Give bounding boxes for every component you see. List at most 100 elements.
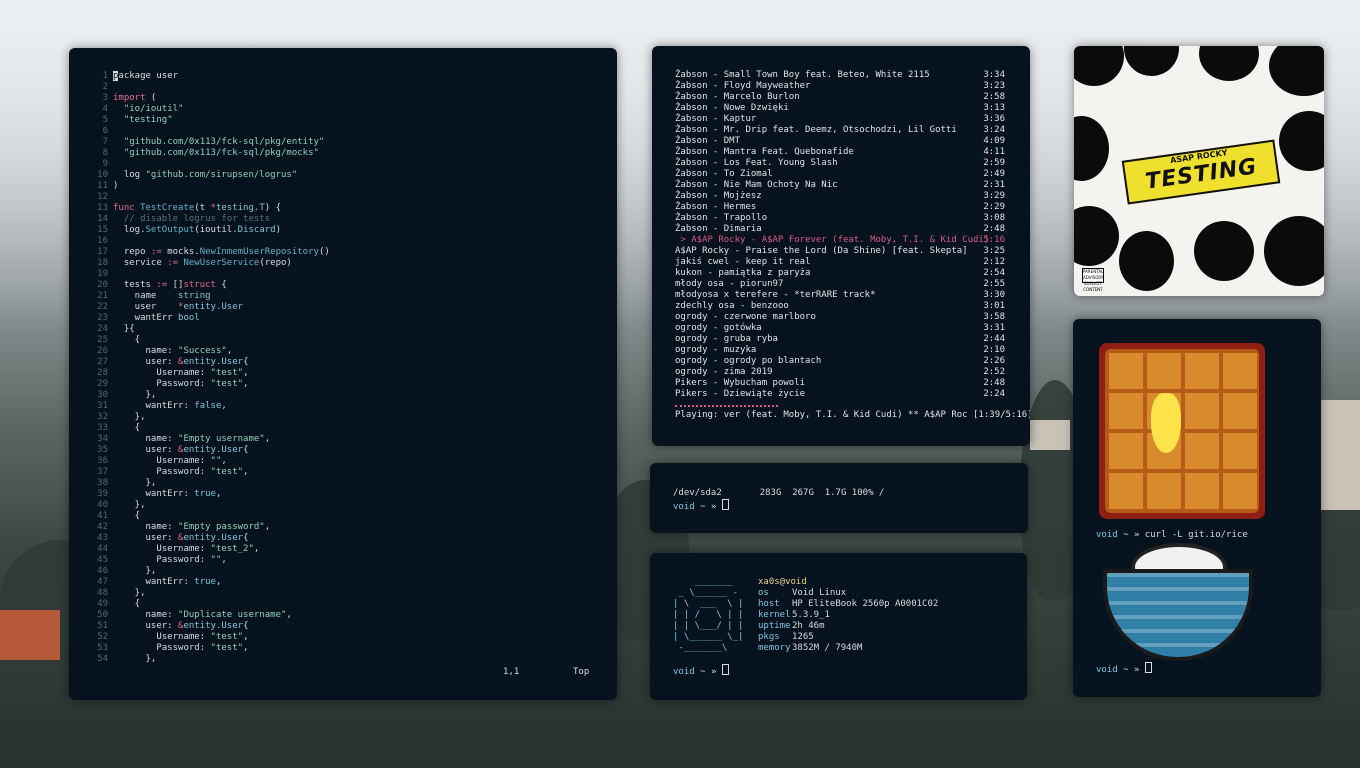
code-line[interactable]: 46 }, — [91, 566, 330, 577]
code-line[interactable]: 25 { — [91, 335, 330, 346]
code-line[interactable]: 33 { — [91, 423, 330, 434]
code-line[interactable]: 53 Password: "test", — [91, 643, 330, 654]
track-row[interactable]: Pikers - Wybucham powoli 2:48 — [675, 378, 1007, 389]
track-row[interactable]: A$AP Rocky - Praise the Lord (Da Shine) … — [675, 246, 1007, 257]
code-line[interactable]: 49 { — [91, 599, 330, 610]
track-row[interactable]: Żabson - Mojżesz 3:29 — [675, 191, 1007, 202]
code-line[interactable]: 34 name: "Empty username", — [91, 434, 330, 445]
track-row[interactable]: Żabson - Nowe Dzwięki 3:13 — [675, 103, 1007, 114]
track-row[interactable]: Żabson - Small Town Boy feat. Beteo, Whi… — [675, 70, 1007, 81]
code-line[interactable]: 41 { — [91, 511, 330, 522]
pixel-art-terminal[interactable]: void ~ » curl -L git.io/rice void ~ » — [1073, 319, 1321, 697]
code-line[interactable]: 36 Username: "", — [91, 456, 330, 467]
track-row[interactable]: ogrody - czerwone marlboro 3:58 — [675, 312, 1007, 323]
code-line[interactable]: 23 wantErr bool — [91, 313, 330, 324]
code-line[interactable]: 17 repo := mocks.NewInmemUserRepository(… — [91, 247, 330, 258]
code-line[interactable]: 4 "io/ioutil" — [91, 104, 330, 115]
code-line[interactable]: 31 wantErr: false, — [91, 401, 330, 412]
code-line[interactable]: 45 Password: "", — [91, 555, 330, 566]
track-title: zdechly osa - benzooo — [675, 301, 789, 311]
track-row[interactable]: Żabson - Nie Mam Ochoty Na Nic 2:31 — [675, 180, 1007, 191]
track-row[interactable]: Żabson - Floyd Mayweather 3:23 — [675, 81, 1007, 92]
code-line[interactable]: 43 user: &entity.User{ — [91, 533, 330, 544]
code-line[interactable]: 10 log "github.com/sirupsen/logrus" — [91, 170, 330, 181]
code-line[interactable]: 32 }, — [91, 412, 330, 423]
track-row[interactable]: Żabson - Dimaria 2:48 — [675, 224, 1007, 235]
code-line[interactable]: 42 name: "Empty password", — [91, 522, 330, 533]
track-row[interactable]: Żabson - Trapollo 3:08 — [675, 213, 1007, 224]
code-line[interactable]: 3 import ( — [91, 93, 330, 104]
track-row[interactable]: jakiś cwel - keep it real 2:12 — [675, 257, 1007, 268]
track-row[interactable]: Żabson - Marcelo Burlon 2:58 — [675, 92, 1007, 103]
track-row[interactable]: Pikers - Dziewiąte życie 2:24 — [675, 389, 1007, 400]
code-line[interactable]: 40 }, — [91, 500, 330, 511]
code-line[interactable]: 51 user: &entity.User{ — [91, 621, 330, 632]
line-number: 17 — [97, 247, 108, 257]
code-line[interactable]: 37 Password: "test", — [91, 467, 330, 478]
terminal-prompt[interactable]: void ~ » — [1096, 662, 1152, 675]
code-line[interactable]: 48 }, — [91, 588, 330, 599]
track-row[interactable]: Żabson - Hermes 2:29 — [675, 202, 1007, 213]
track-row[interactable]: Żabson - Los Feat. Young Slash 2:59 — [675, 158, 1007, 169]
track-row[interactable]: Żabson - Kaptur 3:36 — [675, 114, 1007, 125]
track-row[interactable]: ogrody - gotówka 3:31 — [675, 323, 1007, 334]
code-line[interactable]: 18 service := NewUserService(repo) — [91, 258, 330, 269]
terminal-prompt[interactable]: void ~ » — [673, 664, 729, 677]
track-row[interactable]: młodyosa x terefere - *terRARE track* 3:3… — [675, 290, 1007, 301]
code-line[interactable]: 14 // disable logrus for tests — [91, 214, 330, 225]
track-row[interactable]: Żabson - Mr. Drip feat. Deemz, Otsochodz… — [675, 125, 1007, 136]
playback-progress-bar[interactable] — [675, 405, 778, 407]
code-line[interactable]: 12 — [91, 192, 330, 203]
code-line[interactable]: 19 — [91, 269, 330, 280]
code-line[interactable]: 20 tests := []struct { — [91, 280, 330, 291]
code-line[interactable]: 15 log.SetOutput(ioutil.Discard) — [91, 225, 330, 236]
disk-usage-terminal[interactable]: /dev/sda2 283G 267G 1.7G 100% / void ~ » — [650, 463, 1028, 533]
track-row[interactable]: Żabson - Mantra Feat. Quebonafide 4:11 — [675, 147, 1007, 158]
code-line[interactable]: 8 "github.com/0x113/fck-sql/pkg/mocks" — [91, 148, 330, 159]
code-line[interactable]: 7 "github.com/0x113/fck-sql/pkg/entity" — [91, 137, 330, 148]
code-line[interactable]: 21 name string — [91, 291, 330, 302]
track-row-now-playing[interactable]: > A$AP Rocky - A$AP Forever (feat. Moby,… — [675, 235, 1007, 246]
code-line[interactable]: 54 }, — [91, 654, 330, 665]
code-line[interactable]: 5 "testing" — [91, 115, 330, 126]
code-line[interactable]: 27 user: &entity.User{ — [91, 357, 330, 368]
code-line[interactable]: 29 Password: "test", — [91, 379, 330, 390]
code-line[interactable]: 52 Username: "test", — [91, 632, 330, 643]
code-line[interactable]: 30 }, — [91, 390, 330, 401]
track-row[interactable]: zdechly osa - benzooo 3:01 — [675, 301, 1007, 312]
code-line[interactable]: 39 wantErr: true, — [91, 489, 330, 500]
code-line[interactable]: 16 — [91, 236, 330, 247]
code-line[interactable]: 38 }, — [91, 478, 330, 489]
code-line[interactable]: 47 wantErr: true, — [91, 577, 330, 588]
track-row[interactable]: kukon - pamiątka z paryża 2:54 — [675, 268, 1007, 279]
system-info-terminal[interactable]: _______ _ \______ - | \ ___ \ | | | / \ … — [650, 553, 1027, 700]
terminal-prompt[interactable]: void ~ » curl -L git.io/rice — [1096, 530, 1248, 540]
track-row[interactable]: ogrody - gruba ryba 2:44 — [675, 334, 1007, 345]
code-line[interactable]: 24 }{ — [91, 324, 330, 335]
code-line[interactable]: 28 Username: "test", — [91, 368, 330, 379]
track-row[interactable]: młody osa - piorun97 2:55 — [675, 279, 1007, 290]
sysinfo-row: pkgs 1265 — [758, 632, 938, 643]
code-view[interactable]: 1 package user 2 3 import (4 "io/ioutil" 5 "t… — [91, 71, 330, 665]
track-row[interactable]: ogrody - ogrody po blantach 2:26 — [675, 356, 1007, 367]
code-line[interactable]: 50 name: "Duplicate username", — [91, 610, 330, 621]
code-line[interactable]: 11) — [91, 181, 330, 192]
track-row[interactable]: ogrody - zima 2019 2:52 — [675, 367, 1007, 378]
code-line[interactable]: 2 — [91, 82, 330, 93]
code-line[interactable]: 9 — [91, 159, 330, 170]
music-player-window[interactable]: Żabson - Small Town Boy feat. Beteo, Whi… — [652, 46, 1030, 446]
code-line[interactable]: 6 — [91, 126, 330, 137]
code-token: "test_2" — [210, 544, 254, 554]
code-editor-window[interactable]: 1 package user 2 3 import (4 "io/ioutil" 5 "t… — [69, 48, 617, 700]
code-line[interactable]: 26 name: "Success", — [91, 346, 330, 357]
terminal-prompt[interactable]: void ~ » — [673, 499, 729, 512]
track-row[interactable]: Żabson - To Ziomal 2:49 — [675, 169, 1007, 180]
code-line[interactable]: 35 user: &entity.User{ — [91, 445, 330, 456]
code-line[interactable]: 1 package user — [91, 71, 330, 82]
code-line[interactable]: 13 func TestCreate(t *testing.T) { — [91, 203, 330, 214]
track-row[interactable]: Żabson - DMT 4:09 — [675, 136, 1007, 147]
track-row[interactable]: ogrody - muzyka 2:10 — [675, 345, 1007, 356]
code-line[interactable]: 22 user *entity.User — [91, 302, 330, 313]
code-line[interactable]: 44 Username: "test_2", — [91, 544, 330, 555]
